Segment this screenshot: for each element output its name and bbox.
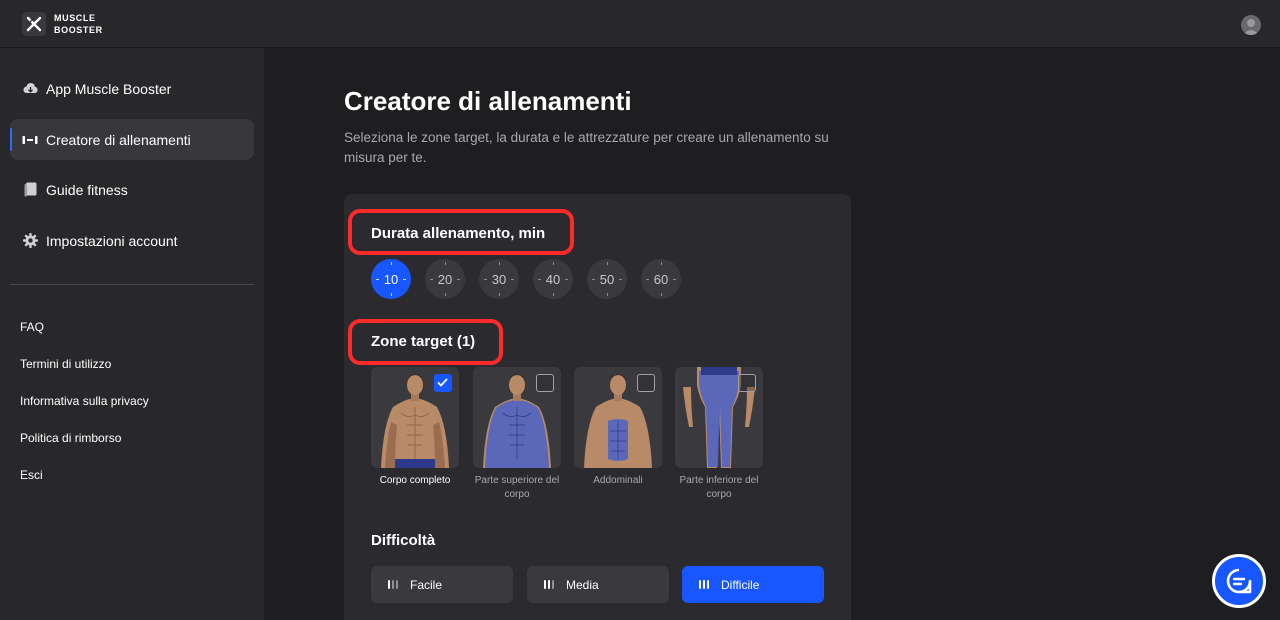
zone-label: Corpo completo (379, 475, 451, 486)
link-refund-policy[interactable]: Politica di rimborso (20, 431, 121, 445)
duration-option-20[interactable]: 20 (425, 259, 465, 299)
dumbbell-icon (22, 132, 38, 148)
link-privacy[interactable]: Informativa sulla privacy (20, 394, 149, 408)
gear-icon (22, 233, 38, 249)
duration-title: Durata allenamento, min (371, 225, 546, 242)
difficulty-bars-icon (699, 580, 711, 589)
brand-line-2: BOOSTER (54, 25, 103, 35)
zone-label: Addominali (593, 475, 643, 486)
difficulty-option-easy[interactable]: Facile (371, 566, 513, 603)
user-avatar[interactable] (1241, 15, 1261, 35)
zone-label: Parte superiore del corpo (474, 475, 560, 500)
brand-line-1: MUSCLE (54, 13, 96, 23)
duration-value: 20 (437, 271, 453, 287)
zone-checkbox[interactable] (637, 374, 655, 392)
chat-support-button[interactable] (1212, 554, 1266, 608)
duration-value: 60 (653, 271, 669, 287)
sidebar-item-app[interactable]: App Muscle Booster (10, 68, 254, 109)
sidebar-item-label: Impostazioni account (46, 232, 178, 249)
difficulty-title: Difficoltà (371, 532, 436, 549)
link-terms[interactable]: Termini di utilizzo (20, 357, 111, 371)
duration-option-60[interactable]: 60 (641, 259, 681, 299)
user-icon (1243, 19, 1259, 35)
chat-bubble-icon (1226, 568, 1252, 594)
sidebar-item-label: Guide fitness (46, 181, 128, 198)
duration-option-30[interactable]: 30 (479, 259, 519, 299)
difficulty-label: Facile (410, 577, 443, 592)
zone-checkbox[interactable] (536, 374, 554, 392)
sidebar-item-fitness-guides[interactable]: Guide fitness (10, 169, 254, 210)
top-bar: MUSCLE BOOSTER (0, 0, 1280, 48)
duration-option-10[interactable]: 10 (371, 259, 411, 299)
duration-option-50[interactable]: 50 (587, 259, 627, 299)
target-zones-title: Zone target (1) (371, 333, 476, 350)
difficulty-bars-icon (544, 580, 556, 589)
brand-name: MUSCLE BOOSTER (54, 12, 103, 36)
zone-card-upper-body[interactable] (473, 367, 561, 468)
book-icon (22, 182, 38, 198)
sidebar: App Muscle Booster Creatore di allenamen… (0, 48, 264, 620)
logo-mark-icon (22, 12, 46, 36)
zone-checkbox[interactable] (738, 374, 756, 392)
page-description: Seleziona le zone target, la durata e le… (344, 130, 829, 165)
brand-logo[interactable]: MUSCLE BOOSTER (22, 12, 103, 36)
difficulty-label: Media (566, 577, 599, 592)
sidebar-item-account-settings[interactable]: Impostazioni account (10, 220, 254, 261)
zone-card-full-body[interactable] (371, 367, 459, 468)
sidebar-divider (10, 284, 254, 285)
duration-value: 10 (383, 271, 399, 287)
difficulty-label: Difficile (721, 577, 760, 592)
difficulty-option-medium[interactable]: Media (527, 566, 669, 603)
checkmark-icon (437, 378, 448, 387)
zone-checkbox[interactable] (434, 374, 452, 392)
page-title: Creatore di allenamenti (344, 86, 632, 116)
sidebar-item-label: Creatore di allenamenti (46, 131, 191, 148)
difficulty-option-hard[interactable]: Difficile (682, 566, 824, 603)
link-logout[interactable]: Esci (20, 468, 43, 482)
difficulty-bars-icon (388, 580, 400, 589)
sidebar-item-label: App Muscle Booster (46, 80, 172, 97)
duration-option-40[interactable]: 40 (533, 259, 573, 299)
link-faq[interactable]: FAQ (20, 320, 44, 334)
zone-card-lower-body[interactable] (675, 367, 763, 468)
sidebar-item-workout-creator[interactable]: Creatore di allenamenti (10, 119, 254, 160)
duration-value: 40 (545, 271, 561, 287)
zone-label: Parte inferiore del corpo (679, 475, 759, 500)
duration-value: 30 (491, 271, 507, 287)
download-cloud-icon (22, 81, 38, 97)
zone-card-abs[interactable] (574, 367, 662, 468)
duration-value: 50 (599, 271, 615, 287)
